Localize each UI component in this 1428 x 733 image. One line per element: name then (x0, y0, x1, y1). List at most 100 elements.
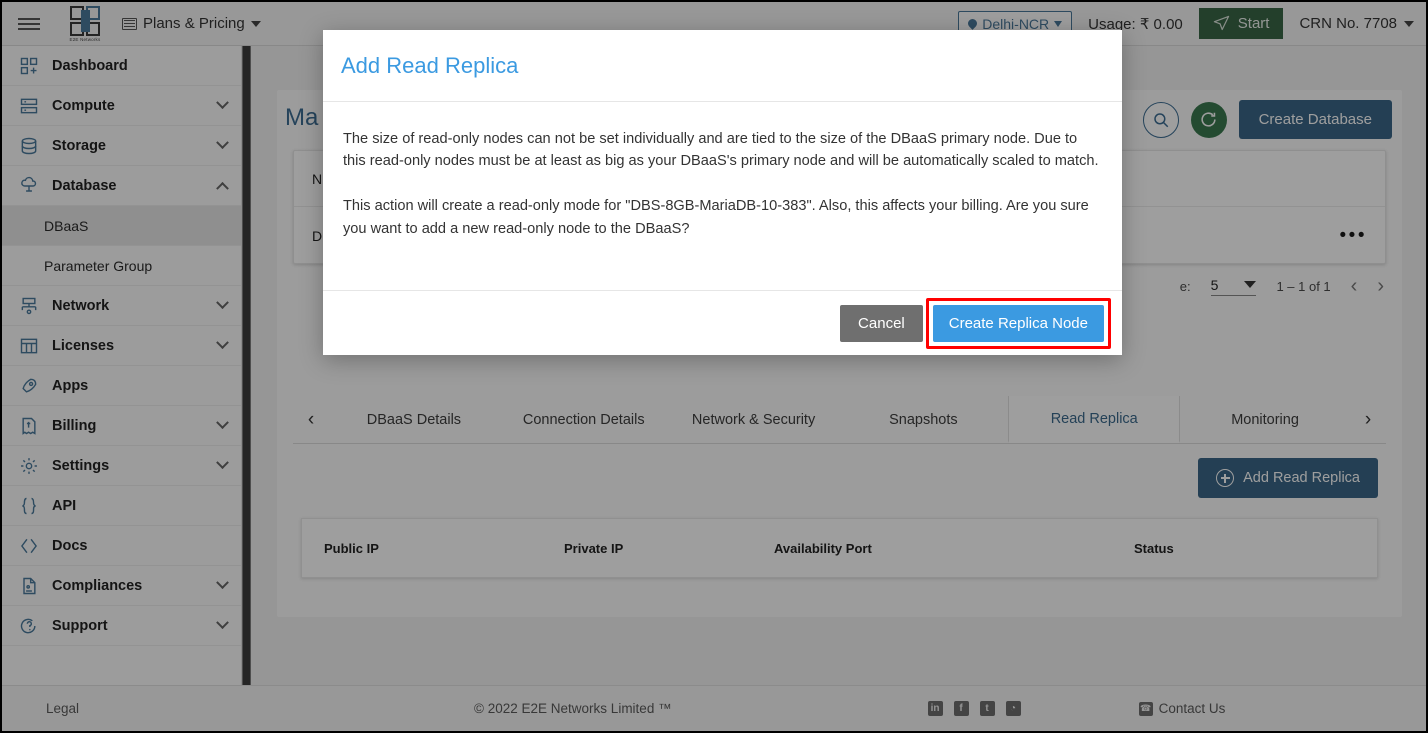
add-read-replica-label: Add Read Replica (1243, 470, 1360, 486)
footer-copyright: © 2022 E2E Networks Limited ™ (474, 701, 672, 716)
app-window: E2E Networks Plans & Pricing Delhi-NCR U… (0, 0, 1428, 733)
dialog-title: Add Read Replica (341, 52, 519, 78)
cancel-button[interactable]: Cancel (840, 304, 923, 342)
dialog-paragraph-2: This action will create a read-only mode… (343, 198, 1089, 237)
sidebar-item-parameter-group[interactable]: Parameter Group (2, 246, 241, 286)
sidebar-item-dashboard[interactable]: Dashboard (2, 46, 241, 86)
overflow-menu-icon[interactable]: ••• (1340, 226, 1367, 245)
sidebar-item-label: Compliances (52, 577, 143, 594)
braces-icon (18, 495, 40, 517)
linkedin-icon[interactable]: in (927, 701, 943, 716)
chevron-down-icon (216, 136, 229, 150)
items-per-page-label: e: (1179, 278, 1191, 294)
sidebar-item-label: DBaaS (44, 217, 89, 234)
sidebar-item-label: Dashboard (52, 57, 128, 74)
rss-icon[interactable]: ◔ (1005, 701, 1021, 716)
plans-pricing-label: Plans & Pricing (143, 15, 245, 32)
sidebar-item-database[interactable]: Database (2, 166, 241, 206)
sidebar-item-label: Network (52, 297, 110, 314)
logo-mark-icon (70, 5, 100, 36)
search-icon[interactable] (1142, 101, 1179, 138)
create-database-button[interactable]: Create Database (1238, 100, 1392, 139)
brand-logo[interactable]: E2E Networks (56, 5, 114, 42)
sidebar-item-apps[interactable]: Apps (2, 366, 241, 406)
sidebar-item-label: API (52, 497, 77, 514)
chevron-down-icon (216, 456, 229, 470)
start-label: Start (1237, 15, 1270, 32)
tabs-scroll-left-button[interactable]: ‹ (293, 396, 329, 443)
sidebar-item-billing[interactable]: Billing (2, 406, 241, 446)
chevron-down-icon (216, 416, 229, 430)
column-header-public-ip: Public IP (324, 540, 379, 556)
sidebar-item-network[interactable]: Network (2, 286, 241, 326)
tab-snapshots[interactable]: Snapshots (838, 396, 1008, 443)
tabs-scroll-right-button[interactable]: › (1350, 396, 1386, 443)
sidebar-item-licenses[interactable]: Licenses (2, 326, 241, 366)
add-read-replica-button[interactable]: Add Read Replica (1198, 458, 1378, 498)
refresh-icon[interactable] (1190, 101, 1227, 138)
billing-receipt-icon (18, 415, 40, 437)
detail-tabs: ‹ DBaaS Details Connection Details Netwo… (293, 396, 1386, 444)
sidebar-item-label: Apps (52, 377, 89, 394)
sidebar-item-dbaas[interactable]: DBaaS (2, 206, 241, 246)
list-icon (122, 17, 137, 30)
sidebar-scrollbar[interactable] (242, 46, 251, 685)
footer-legal-link[interactable]: Legal (46, 701, 79, 716)
footer-contact-us[interactable]: ☎ Contact Us (1138, 701, 1226, 716)
crn-label: CRN No. 7708 (1299, 15, 1397, 32)
sidebar-item-compute[interactable]: Compute (2, 86, 241, 126)
server-icon (18, 95, 40, 117)
next-page-button[interactable]: › (1377, 276, 1384, 296)
phone-icon: ☎ (1138, 701, 1153, 716)
sidebar-item-label: Settings (52, 457, 110, 474)
tabs-track: DBaaS Details Connection Details Network… (329, 396, 1350, 443)
plans-pricing-menu[interactable]: Plans & Pricing (122, 15, 261, 32)
start-button[interactable]: Start (1198, 8, 1284, 39)
prev-page-button[interactable]: ‹ (1351, 276, 1358, 296)
footer-social-links: in f t ◔ (927, 701, 1021, 716)
dbaas-summary-row-2-text: D (312, 227, 323, 244)
sidebar-item-docs[interactable]: Docs (2, 526, 241, 566)
column-header-status: Status (1134, 540, 1174, 556)
dashboard-icon (18, 55, 40, 77)
gear-icon (18, 455, 40, 477)
sidebar-item-label: Parameter Group (44, 257, 153, 274)
licenses-grid-icon (18, 335, 40, 357)
send-icon (1213, 15, 1229, 31)
tab-connection-details[interactable]: Connection Details (499, 396, 669, 443)
items-per-page-select[interactable]: 5 (1210, 276, 1257, 296)
sidebar-item-label: Compute (52, 97, 115, 114)
tab-monitoring[interactable]: Monitoring (1180, 396, 1350, 443)
sidebar-item-label: Support (52, 617, 108, 634)
dbaas-summary-row-1-text: N (312, 170, 323, 187)
sidebar-item-label: Licenses (52, 337, 115, 354)
add-read-replica-dialog: Add Read Replica The size of read-only n… (323, 30, 1122, 355)
footer: Legal © 2022 E2E Networks Limited ™ in f… (2, 685, 1426, 731)
items-per-page-value: 5 (1210, 276, 1219, 293)
dialog-body: The size of read-only nodes can not be s… (323, 102, 1122, 240)
cloud-database-icon (18, 175, 40, 197)
chevron-down-icon (1054, 20, 1063, 27)
footer-contact-label: Contact Us (1158, 701, 1226, 716)
column-header-private-ip: Private IP (564, 540, 624, 556)
tab-network-security[interactable]: Network & Security (669, 396, 839, 443)
support-chat-icon (18, 615, 40, 637)
sidebar-item-settings[interactable]: Settings (2, 446, 241, 486)
read-replica-table: Public IP Private IP Availability Port S… (301, 518, 1378, 578)
sidebar-item-compliances[interactable]: Compliances (2, 566, 241, 606)
sidebar-item-support[interactable]: Support (2, 606, 241, 646)
facebook-icon[interactable]: f (953, 701, 969, 716)
page-header-actions: Create Database (1142, 100, 1392, 139)
tab-read-replica[interactable]: Read Replica (1008, 396, 1181, 443)
twitter-icon[interactable]: t (979, 701, 995, 716)
chevron-down-icon (1244, 281, 1257, 288)
sidebar-item-storage[interactable]: Storage (2, 126, 241, 166)
tab-dbaas-details[interactable]: DBaaS Details (329, 396, 499, 443)
crn-menu[interactable]: CRN No. 7708 (1299, 15, 1414, 32)
rocket-icon (18, 375, 40, 397)
hamburger-icon[interactable] (2, 15, 56, 33)
sidebar-item-label: Database (52, 177, 117, 194)
sidebar-item-label: Billing (52, 417, 97, 434)
sidebar-item-api[interactable]: API (2, 486, 241, 526)
create-replica-node-button[interactable]: Create Replica Node (932, 304, 1104, 342)
